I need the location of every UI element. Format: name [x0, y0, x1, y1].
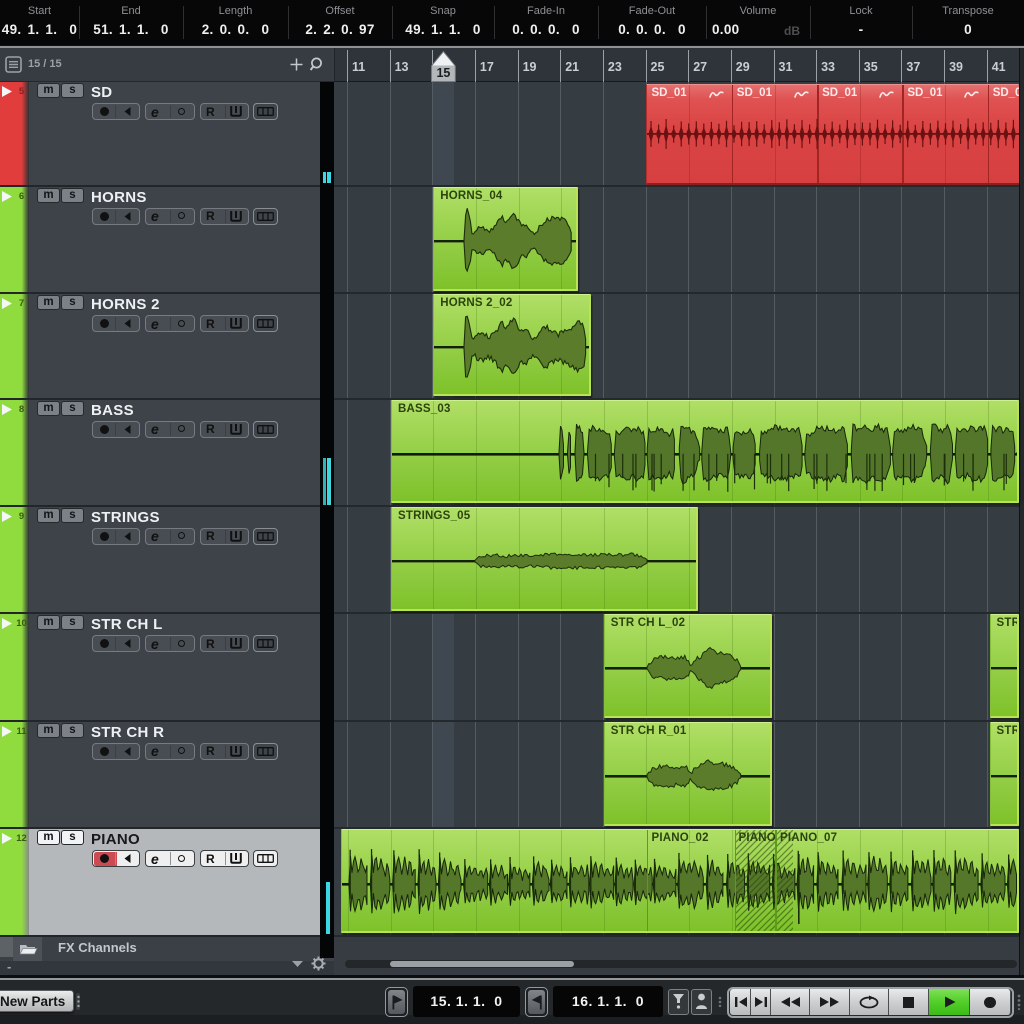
svg-text:15: 15: [436, 66, 450, 80]
